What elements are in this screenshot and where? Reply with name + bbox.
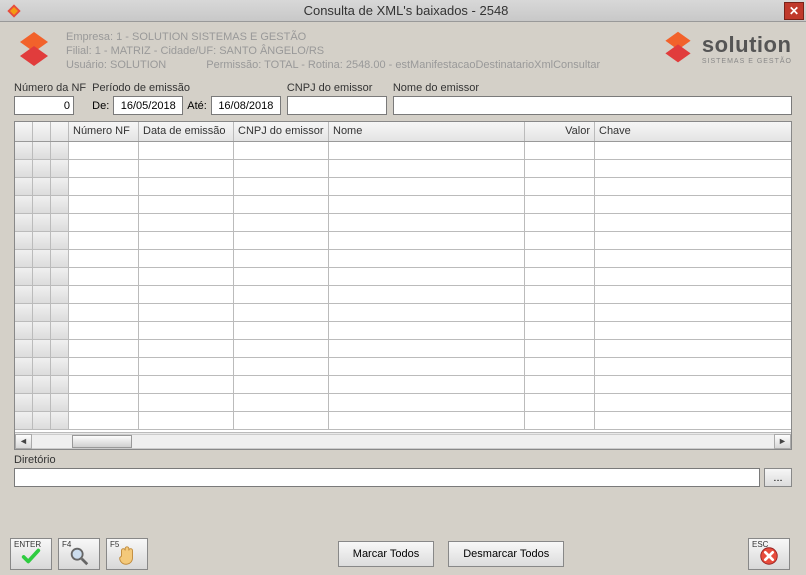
- table-row[interactable]: [15, 250, 791, 268]
- marcar-todos-button[interactable]: Marcar Todos: [338, 541, 434, 567]
- table-row[interactable]: [15, 394, 791, 412]
- table-row[interactable]: [15, 214, 791, 232]
- scroll-track[interactable]: [32, 434, 774, 449]
- f4-key-label: F4: [62, 540, 71, 549]
- col-data[interactable]: Data de emissão: [139, 122, 234, 141]
- empresa-line: Empresa: 1 - SOLUTION SISTEMAS E GESTÃO: [66, 30, 660, 44]
- col-selector[interactable]: [15, 122, 33, 141]
- f5-key-label: F5: [110, 540, 119, 549]
- cnpj-label: CNPJ do emissor: [287, 82, 387, 94]
- numero-nf-label: Número da NF: [14, 82, 86, 94]
- table-row[interactable]: [15, 160, 791, 178]
- ate-input[interactable]: [211, 96, 281, 115]
- col-blank2[interactable]: [51, 122, 69, 141]
- enter-button[interactable]: ENTER: [10, 538, 52, 570]
- grid: Número NF Data de emissão CNPJ do emisso…: [14, 121, 792, 450]
- table-row[interactable]: [15, 268, 791, 286]
- table-row[interactable]: [15, 340, 791, 358]
- table-row[interactable]: [15, 232, 791, 250]
- filial-line: Filial: 1 - MATRIZ - Cidade/UF: SANTO ÂN…: [66, 44, 660, 58]
- filter-row: Número da NF Período de emissão De: Até:…: [0, 76, 806, 119]
- nome-input[interactable]: [393, 96, 792, 115]
- table-row[interactable]: [15, 286, 791, 304]
- header: Empresa: 1 - SOLUTION SISTEMAS E GESTÃO …: [0, 22, 806, 76]
- scroll-thumb[interactable]: [72, 435, 132, 448]
- col-valor[interactable]: Valor: [525, 122, 595, 141]
- table-row[interactable]: [15, 358, 791, 376]
- desmarcar-todos-button[interactable]: Desmarcar Todos: [448, 541, 564, 567]
- footer: ENTER F4 F5 Marcar Todos Desmarcar Todos…: [0, 535, 806, 575]
- de-input[interactable]: [113, 96, 183, 115]
- window-title: Consulta de XML's baixados - 2548: [28, 3, 784, 18]
- col-numero[interactable]: Número NF: [69, 122, 139, 141]
- close-button[interactable]: ✕: [784, 2, 804, 20]
- de-label: De:: [92, 100, 109, 112]
- scroll-right-button[interactable]: ►: [774, 434, 791, 449]
- grid-header: Número NF Data de emissão CNPJ do emisso…: [15, 122, 791, 142]
- app-icon: [6, 3, 22, 19]
- table-row[interactable]: [15, 142, 791, 160]
- cnpj-input[interactable]: [287, 96, 387, 115]
- nome-label: Nome do emissor: [393, 82, 792, 94]
- logo-icon: [14, 30, 54, 70]
- esc-key-label: ESC: [752, 540, 768, 549]
- brand-icon: [660, 30, 696, 66]
- table-row[interactable]: [15, 412, 791, 430]
- col-blank1[interactable]: [33, 122, 51, 141]
- table-row[interactable]: [15, 178, 791, 196]
- periodo-label: Período de emissão: [92, 82, 281, 94]
- table-row[interactable]: [15, 304, 791, 322]
- scroll-left-button[interactable]: ◄: [15, 434, 32, 449]
- col-chave[interactable]: Chave: [595, 122, 791, 141]
- directory-label: Diretório: [14, 454, 792, 466]
- esc-button[interactable]: ESC: [748, 538, 790, 570]
- brand-name: solution: [702, 32, 792, 58]
- brand: solution SISTEMAS E GESTÃO: [660, 30, 792, 66]
- table-row[interactable]: [15, 322, 791, 340]
- directory-browse-button[interactable]: ...: [764, 468, 792, 487]
- table-row[interactable]: [15, 376, 791, 394]
- header-info: Empresa: 1 - SOLUTION SISTEMAS E GESTÃO …: [66, 30, 660, 72]
- permissao-line: Permissão: TOTAL - Rotina: 2548.00 - est…: [206, 58, 600, 72]
- titlebar: Consulta de XML's baixados - 2548 ✕: [0, 0, 806, 22]
- ate-label: Até:: [187, 100, 207, 112]
- usuario-line: Usuário: SOLUTION: [66, 58, 166, 72]
- col-nome[interactable]: Nome: [329, 122, 525, 141]
- directory-input[interactable]: [14, 468, 760, 487]
- f5-button[interactable]: F5: [106, 538, 148, 570]
- h-scrollbar[interactable]: ◄ ►: [15, 432, 791, 449]
- brand-sub: SISTEMAS E GESTÃO: [702, 58, 792, 65]
- f4-button[interactable]: F4: [58, 538, 100, 570]
- grid-body[interactable]: [15, 142, 791, 432]
- enter-key-label: ENTER: [14, 540, 41, 549]
- numero-nf-input[interactable]: [14, 96, 74, 115]
- table-row[interactable]: [15, 196, 791, 214]
- col-cnpj[interactable]: CNPJ do emissor: [234, 122, 329, 141]
- directory-row: Diretório ...: [0, 452, 806, 493]
